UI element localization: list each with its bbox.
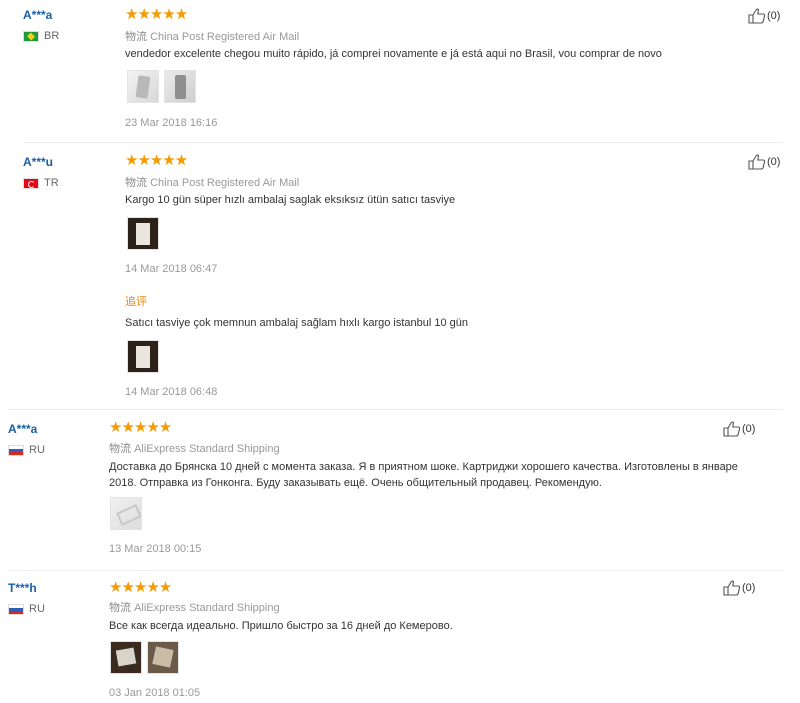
review-photo-thumbnail[interactable] [147, 641, 179, 674]
helpful-button[interactable]: (0) [723, 580, 755, 596]
logistics-label: 物流 [109, 602, 131, 614]
review-photos [110, 641, 179, 674]
reviewer-country: RU [8, 603, 45, 615]
star-rating: ★★★★★ [109, 579, 172, 596]
review-text: Все как всегда идеально. Пришло быстро з… [109, 620, 453, 632]
logistics-info: 物流 AliExpress Standard Shipping [109, 599, 280, 615]
country-code: RU [29, 603, 45, 615]
review-photo-thumbnail[interactable] [110, 641, 142, 674]
russia-flag-icon [8, 603, 24, 615]
reviewer-name[interactable]: T***h [8, 581, 37, 595]
helpful-count: (0) [742, 582, 756, 594]
review-date: 03 Jan 2018 01:05 [109, 687, 201, 699]
logistics-method: AliExpress Standard Shipping [134, 602, 280, 614]
review-item: T***h RU ★★★★★ 物流 AliExpress Standard Sh… [0, 0, 800, 703]
thumbs-up-icon [723, 580, 741, 596]
